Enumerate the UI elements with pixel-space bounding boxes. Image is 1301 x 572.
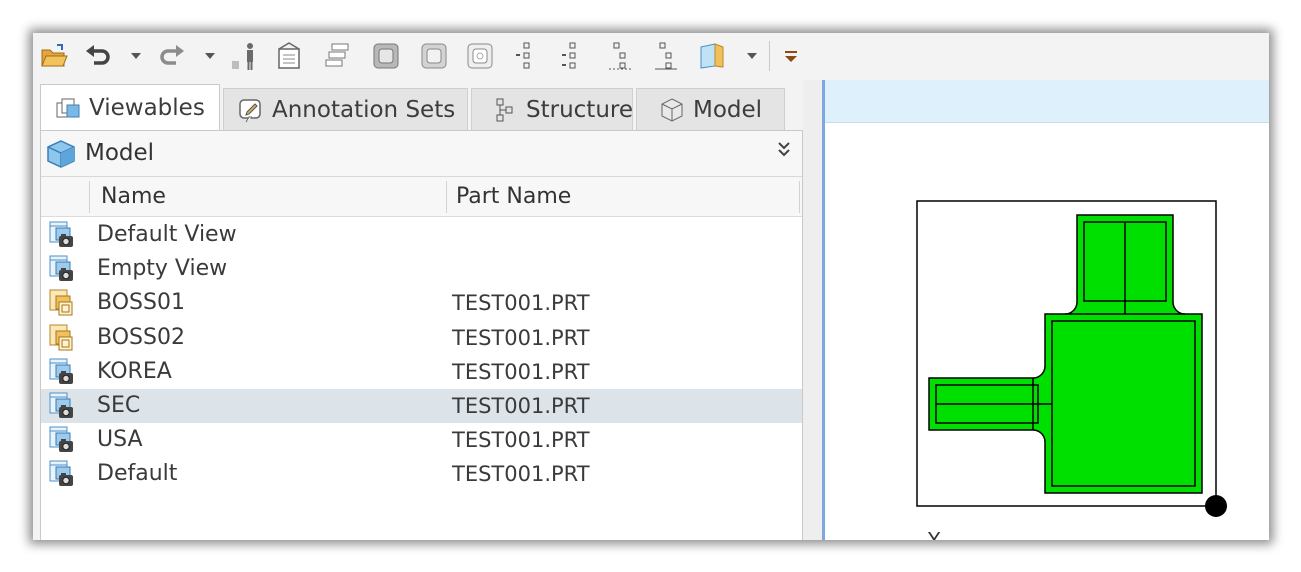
tab-annotation-sets[interactable]: Annotation Sets <box>223 88 468 130</box>
row-part-name: TEST001.PRT <box>452 394 590 418</box>
panel-splitter[interactable] <box>803 80 822 540</box>
camera-view-icon <box>47 357 77 387</box>
row-part-name: TEST001.PRT <box>452 325 590 350</box>
column-divider <box>799 181 800 213</box>
toolbar <box>33 33 1269 80</box>
table-row[interactable]: Default TEST001.PRT <box>41 457 802 491</box>
axis-label: Y <box>928 528 941 540</box>
annotation-sets-icon <box>238 97 264 123</box>
model-drawing[interactable] <box>825 122 1269 540</box>
shaded-view-icon[interactable] <box>371 41 401 71</box>
layer-state-icon <box>47 323 77 353</box>
origin-marker <box>1205 495 1227 517</box>
table-row[interactable]: BOSS02 TEST001.PRT <box>41 321 802 355</box>
tab-label: Model <box>693 96 763 123</box>
person-icon[interactable] <box>229 41 259 71</box>
tab-viewables[interactable]: Viewables <box>40 84 220 130</box>
camera-view-icon <box>47 254 77 284</box>
viewables-table: Name Part Name Default View Empty View BOS… <box>41 177 802 540</box>
view-manager-icon[interactable] <box>275 41 305 71</box>
layers-icon[interactable] <box>323 41 353 71</box>
column-header-name[interactable]: Name <box>91 177 446 216</box>
undo-icon[interactable] <box>83 41 113 71</box>
table-row[interactable]: BOSS01 TEST001.PRT <box>41 286 802 320</box>
tree-collapse-icon[interactable] <box>511 41 541 71</box>
tab-label: Annotation Sets <box>272 96 456 123</box>
row-part-name: TEST001.PRT <box>452 291 590 316</box>
structure-icon <box>494 97 518 123</box>
camera-view-icon <box>47 425 77 455</box>
table-header: Name Part Name <box>41 177 802 217</box>
row-part-name: TEST001.PRT <box>452 428 590 453</box>
row-part-name: TEST001.PRT <box>452 359 590 384</box>
tree-select-icon[interactable] <box>605 41 635 71</box>
column-header-part-name[interactable]: Part Name <box>446 177 796 216</box>
row-name: KOREA <box>97 358 172 384</box>
column-divider <box>89 181 90 213</box>
model-label: Model <box>85 140 155 166</box>
camera-view-icon <box>47 220 77 250</box>
viewport-header <box>825 80 1269 123</box>
row-name: Empty View <box>97 256 228 282</box>
row-name: USA <box>97 427 143 453</box>
table-row[interactable]: Empty View <box>41 252 802 286</box>
graphics-viewport[interactable]: Y <box>822 80 1269 540</box>
viewables-icon <box>55 95 81 121</box>
part-shape <box>928 214 1203 494</box>
table-row[interactable]: Default View <box>41 218 802 252</box>
model-cube-icon <box>659 97 685 123</box>
toolbar-separator <box>769 41 770 71</box>
model-selector[interactable]: Model <box>41 131 802 177</box>
row-name: BOSS01 <box>97 290 185 316</box>
hidden-line-icon[interactable] <box>419 41 449 71</box>
row-part-name: TEST001.PRT <box>452 462 590 487</box>
table-row[interactable]: USA TEST001.PRT <box>41 423 802 457</box>
collapse-icon[interactable] <box>776 141 792 163</box>
more-icon[interactable] <box>776 41 806 71</box>
undo-dropdown-icon[interactable] <box>129 41 143 71</box>
table-row[interactable]: SEC TEST001.PRT <box>41 389 802 423</box>
wireframe-icon[interactable] <box>465 41 495 71</box>
open-folder-icon[interactable] <box>39 41 69 71</box>
row-name: Default View <box>97 222 237 247</box>
row-name: SEC <box>97 393 141 418</box>
model-cube-icon <box>45 139 77 173</box>
layer-state-icon <box>47 288 77 318</box>
tab-model[interactable]: Model <box>636 88 785 130</box>
box-icon[interactable] <box>697 41 727 71</box>
application-window: Viewables Annotation Sets Structure Mode… <box>33 33 1269 540</box>
redo-dropdown-icon[interactable] <box>203 41 217 71</box>
table-row[interactable]: KOREA TEST001.PRT <box>41 355 802 389</box>
tab-label: Structure <box>526 96 633 123</box>
tab-bar: Viewables Annotation Sets Structure Mode… <box>33 80 803 130</box>
redo-icon[interactable] <box>157 41 187 71</box>
tab-label: Viewables <box>89 94 205 121</box>
tab-structure[interactable]: Structure <box>471 88 633 130</box>
box-dropdown-icon[interactable] <box>745 41 759 71</box>
camera-view-icon <box>47 459 77 489</box>
viewables-panel: Model Name Part Name Default View Empty V… <box>40 130 803 540</box>
camera-view-icon <box>47 391 77 421</box>
tree-expand-icon[interactable] <box>557 41 587 71</box>
row-name: Default <box>97 461 178 487</box>
row-name: BOSS02 <box>97 324 185 350</box>
tree-filter-icon[interactable] <box>651 41 681 71</box>
